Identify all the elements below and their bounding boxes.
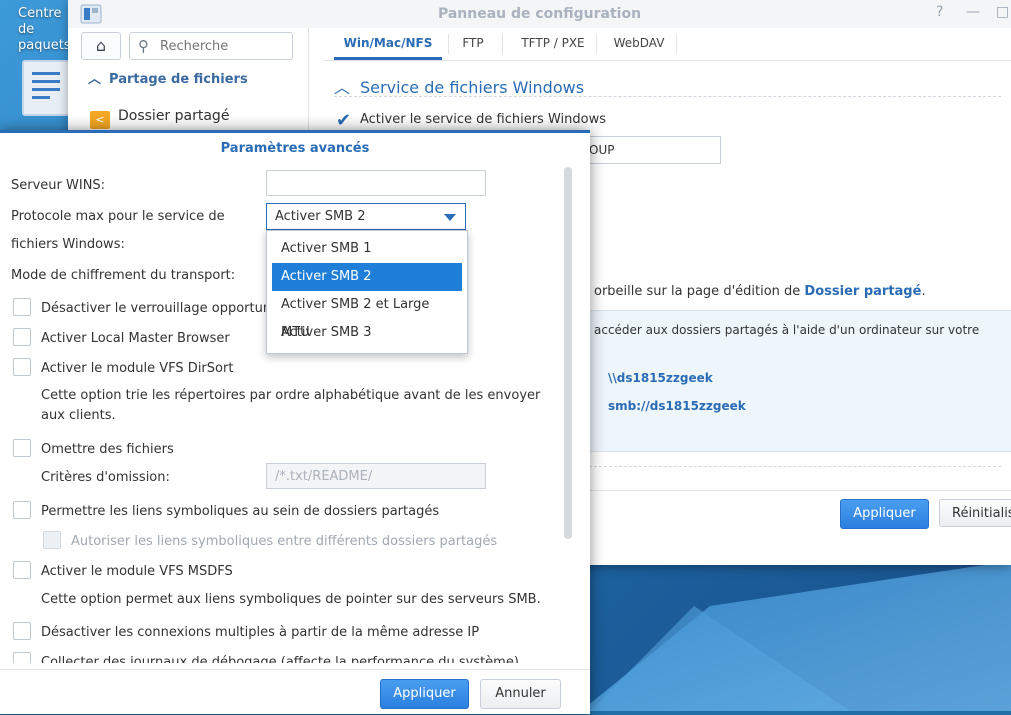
veto-files-label: Omettre des fichiers (41, 442, 174, 457)
checkbox-box (13, 622, 31, 640)
chevron-down-icon (444, 214, 456, 221)
debug-logs-checkbox[interactable]: Collecter des journaux de débogage (affe… (13, 652, 519, 663)
recycle-bin-text: orbeille sur la page d'édition de (594, 284, 805, 299)
sidebar-section-file-sharing[interactable]: ︿ Partage de fichiers (88, 68, 248, 87)
dialog-footer: Appliquer Annuler (0, 669, 590, 715)
enable-smb-checkbox[interactable]: ✔ Activer le service de fichiers Windows (336, 112, 606, 130)
section-title[interactable]: ︿ Service de fichiers Windows (334, 74, 584, 98)
protocol-label-line2: fichiers Windows: (11, 237, 125, 252)
debug-logs-label: Collecter des journaux de débogage (affe… (41, 655, 519, 663)
workgroup-field[interactable]: OUP (584, 136, 721, 164)
dirsort-description: Cette option trie les répertoires par or… (41, 388, 541, 423)
option-smb2[interactable]: Activer SMB 2 (272, 263, 462, 291)
dialog-apply-button[interactable]: Appliquer (380, 679, 469, 709)
chevron-up-icon: ︿ (88, 72, 102, 87)
tab-bar: Win/Mac/NFS FTP TFTP / PXE WebDAV (324, 28, 1011, 61)
symlinks-checkbox[interactable]: Permettre les liens symboliques au sein … (13, 501, 439, 519)
maximize-icon[interactable]: □ (996, 4, 1009, 20)
sidebar-item-shared-folder[interactable]: < Dossier partagé (90, 108, 229, 129)
symlinks-cross-label: Autoriser les liens symboliques entre di… (71, 534, 498, 549)
local-master-label: Activer Local Master Browser (41, 331, 230, 346)
search-input[interactable] (158, 36, 290, 56)
shared-folder-link[interactable]: Dossier partagé (804, 284, 921, 299)
help-icon[interactable]: ? (936, 4, 943, 20)
tab-divider (596, 34, 597, 54)
veto-criteria-label: Critères d'omission: (41, 470, 170, 485)
home-icon: ⌂ (95, 36, 107, 55)
sidebar-item-label: Dossier partagé (118, 108, 230, 124)
checkbox-box (13, 298, 31, 316)
dialog-title: Paramètres avancés (220, 141, 370, 156)
divider (334, 96, 1001, 97)
veto-criteria-input[interactable]: /*.txt/README/ (266, 463, 486, 489)
checkbox-box (13, 501, 31, 519)
search-icon: ⚲ (138, 37, 149, 55)
veto-files-checkbox[interactable]: Omettre des fichiers (13, 439, 174, 457)
checkmark-icon: ✔ (336, 110, 352, 131)
multi-connection-label: Désactiver les connexions multiples à pa… (41, 625, 480, 640)
chevron-up-icon: ︿ (334, 78, 351, 97)
protocol-select[interactable]: Activer SMB 2 (266, 203, 466, 230)
wins-server-label: Serveur WINS: (11, 178, 106, 193)
window-title: Panneau de configuration (437, 6, 642, 22)
msdfs-description: Cette option permet aux liens symbolique… (41, 592, 541, 607)
tab-ftp[interactable]: FTP (450, 28, 496, 58)
option-smb3[interactable]: Activer SMB 3 (272, 319, 462, 347)
window-titlebar[interactable]: Panneau de configuration ? — □ (68, 0, 1011, 28)
protocol-dropdown-list: Activer SMB 1 Activer SMB 2 Activer SMB … (266, 230, 468, 354)
option-smb2-large-mtu[interactable]: Activer SMB 2 et Large MTU (272, 291, 462, 340)
desktop-app-label[interactable]: Centre de paquets (18, 6, 71, 54)
enable-smb-label: Activer le service de fichiers Windows (360, 112, 606, 127)
desktop-app-icon[interactable] (22, 60, 72, 116)
search-box[interactable]: ⚲ (129, 32, 293, 60)
panel-apply-button[interactable]: Appliquer (840, 499, 929, 529)
oplock-checkbox[interactable]: Désactiver le verrouillage opportuni (13, 298, 275, 316)
checkbox-box (13, 358, 31, 376)
tab-divider (502, 34, 503, 54)
tab-win-mac-nfs[interactable]: Win/Mac/NFS (334, 28, 442, 60)
smb-path: smb://ds1815zzgeek (608, 399, 746, 413)
advanced-settings-dialog: Paramètres avancés Serveur WINS: Protoco… (0, 130, 590, 714)
divider (584, 466, 1001, 467)
access-info-box: accéder aux dossiers partagés à l'aide d… (584, 310, 1011, 452)
recycle-bin-hint: orbeille sur la page d'édition de Dossie… (594, 284, 926, 299)
msdfs-checkbox[interactable]: Activer le module VFS MSDFS (13, 561, 233, 579)
recycle-bin-suffix: . (921, 284, 926, 299)
sidebar-section-label: Partage de fichiers (109, 72, 248, 87)
home-button[interactable]: ⌂ (81, 32, 121, 60)
checkbox-box (13, 561, 31, 579)
access-info-text: accéder aux dossiers partagés à l'aide d… (594, 323, 980, 337)
checkbox-box (13, 328, 31, 346)
section-title-text: Service de fichiers Windows (360, 78, 585, 97)
dirsort-checkbox[interactable]: Activer le module VFS DirSort (13, 358, 233, 376)
tab-divider (448, 34, 449, 54)
desktop-decoration (581, 561, 1011, 711)
unc-path: \\ds1815zzgeek (608, 371, 713, 385)
symlinks-cross-checkbox[interactable]: Autoriser les liens symboliques entre di… (43, 531, 497, 549)
symlinks-label: Permettre les liens symboliques au sein … (41, 504, 440, 519)
encryption-label: Mode de chiffrement du transport: (11, 268, 236, 283)
checkbox-box (13, 652, 31, 663)
dialog-scrollbar[interactable] (564, 167, 572, 539)
shared-folder-icon: < (90, 111, 110, 129)
protocol-select-value: Activer SMB 2 (275, 209, 366, 224)
option-smb1[interactable]: Activer SMB 1 (272, 235, 462, 263)
wins-server-input[interactable] (266, 170, 486, 196)
checkbox-box (43, 531, 61, 549)
minimize-icon[interactable]: — (966, 4, 980, 20)
checkbox-box (13, 439, 31, 457)
panel-reset-button[interactable]: Réinitialis (939, 499, 1011, 527)
multi-connection-checkbox[interactable]: Désactiver les connexions multiples à pa… (13, 622, 479, 640)
dirsort-label: Activer le module VFS DirSort (41, 361, 234, 376)
tab-divider (676, 34, 677, 54)
msdfs-label: Activer le module VFS MSDFS (41, 564, 233, 579)
tab-webdav[interactable]: WebDAV (602, 28, 676, 58)
dialog-cancel-button[interactable]: Annuler (480, 679, 561, 709)
protocol-label: Protocole max pour le service de (11, 209, 225, 224)
tab-tftp-pxe[interactable]: TFTP / PXE (506, 28, 600, 58)
oplock-label: Désactiver le verrouillage opportuni (41, 301, 275, 316)
local-master-checkbox[interactable]: Activer Local Master Browser (13, 328, 230, 346)
